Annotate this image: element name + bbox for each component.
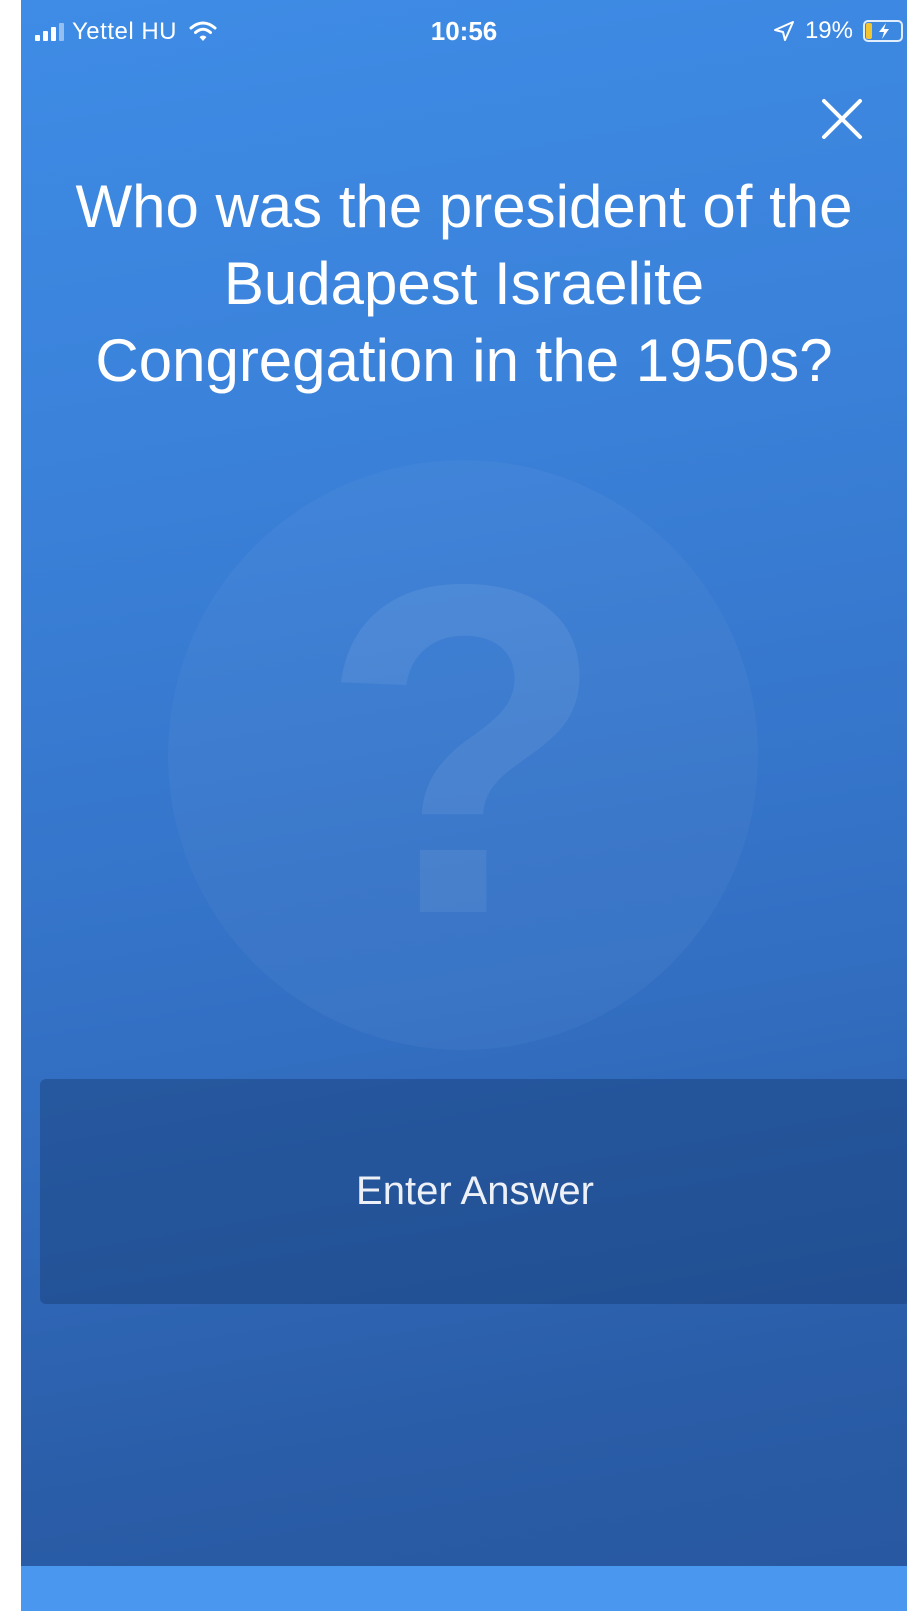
- question-mark-icon: ?: [319, 487, 607, 1012]
- question-mark-watermark: ?: [168, 460, 758, 1050]
- status-bar-right: 19%: [773, 17, 903, 45]
- close-icon: [822, 99, 862, 139]
- location-arrow-icon: [773, 21, 794, 41]
- answer-field-container[interactable]: [40, 1079, 907, 1304]
- bottom-bar: [21, 1566, 907, 1611]
- status-bar: Yettel HU 10:56 19%: [21, 0, 907, 68]
- answer-input[interactable]: [40, 1168, 907, 1215]
- close-button[interactable]: [815, 92, 869, 146]
- battery-level-fill: [866, 23, 872, 39]
- battery-charging-icon: [863, 20, 903, 42]
- quiz-screen: Yettel HU 10:56 19% Who was the presiden…: [21, 0, 907, 1611]
- question-text: Who was the president of the Budapest Is…: [75, 173, 853, 394]
- battery-percentage: 19%: [804, 17, 853, 44]
